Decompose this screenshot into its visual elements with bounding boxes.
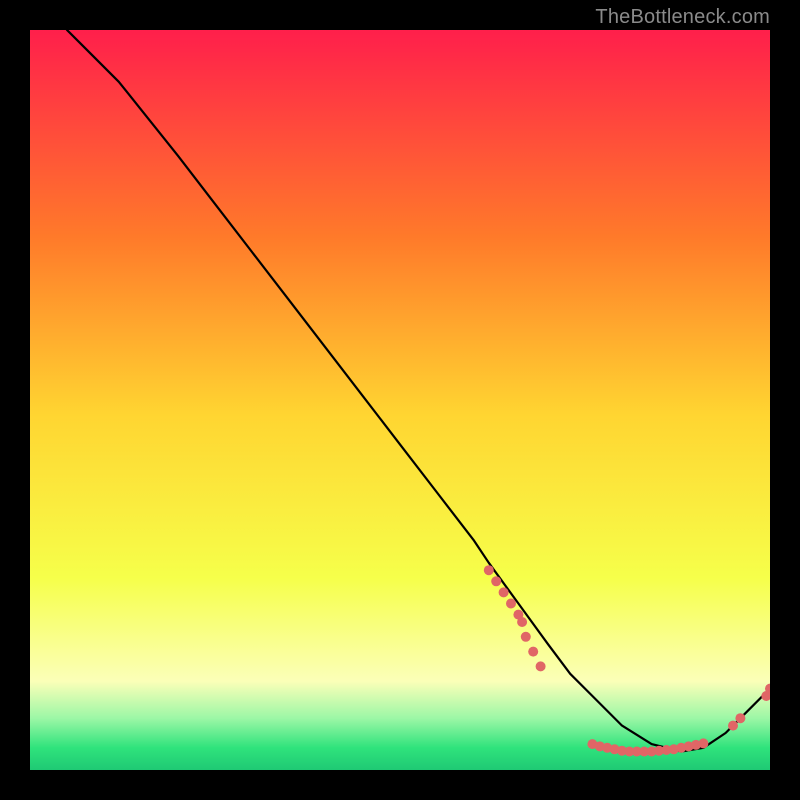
scatter-dot [528,647,538,657]
scatter-dot [735,713,745,723]
plot-svg [30,30,770,770]
scatter-dot [521,632,531,642]
plot-area [30,30,770,770]
scatter-dot [728,721,738,731]
scatter-dot [698,738,708,748]
scatter-dot [536,661,546,671]
scatter-dot [491,576,501,586]
scatter-dot [517,617,527,627]
watermark-text: TheBottleneck.com [595,6,770,29]
gradient-background [30,30,770,770]
scatter-dot [499,587,509,597]
scatter-dot [484,565,494,575]
scatter-dot [506,599,516,609]
chart-stage: TheBottleneck.com [0,0,800,800]
